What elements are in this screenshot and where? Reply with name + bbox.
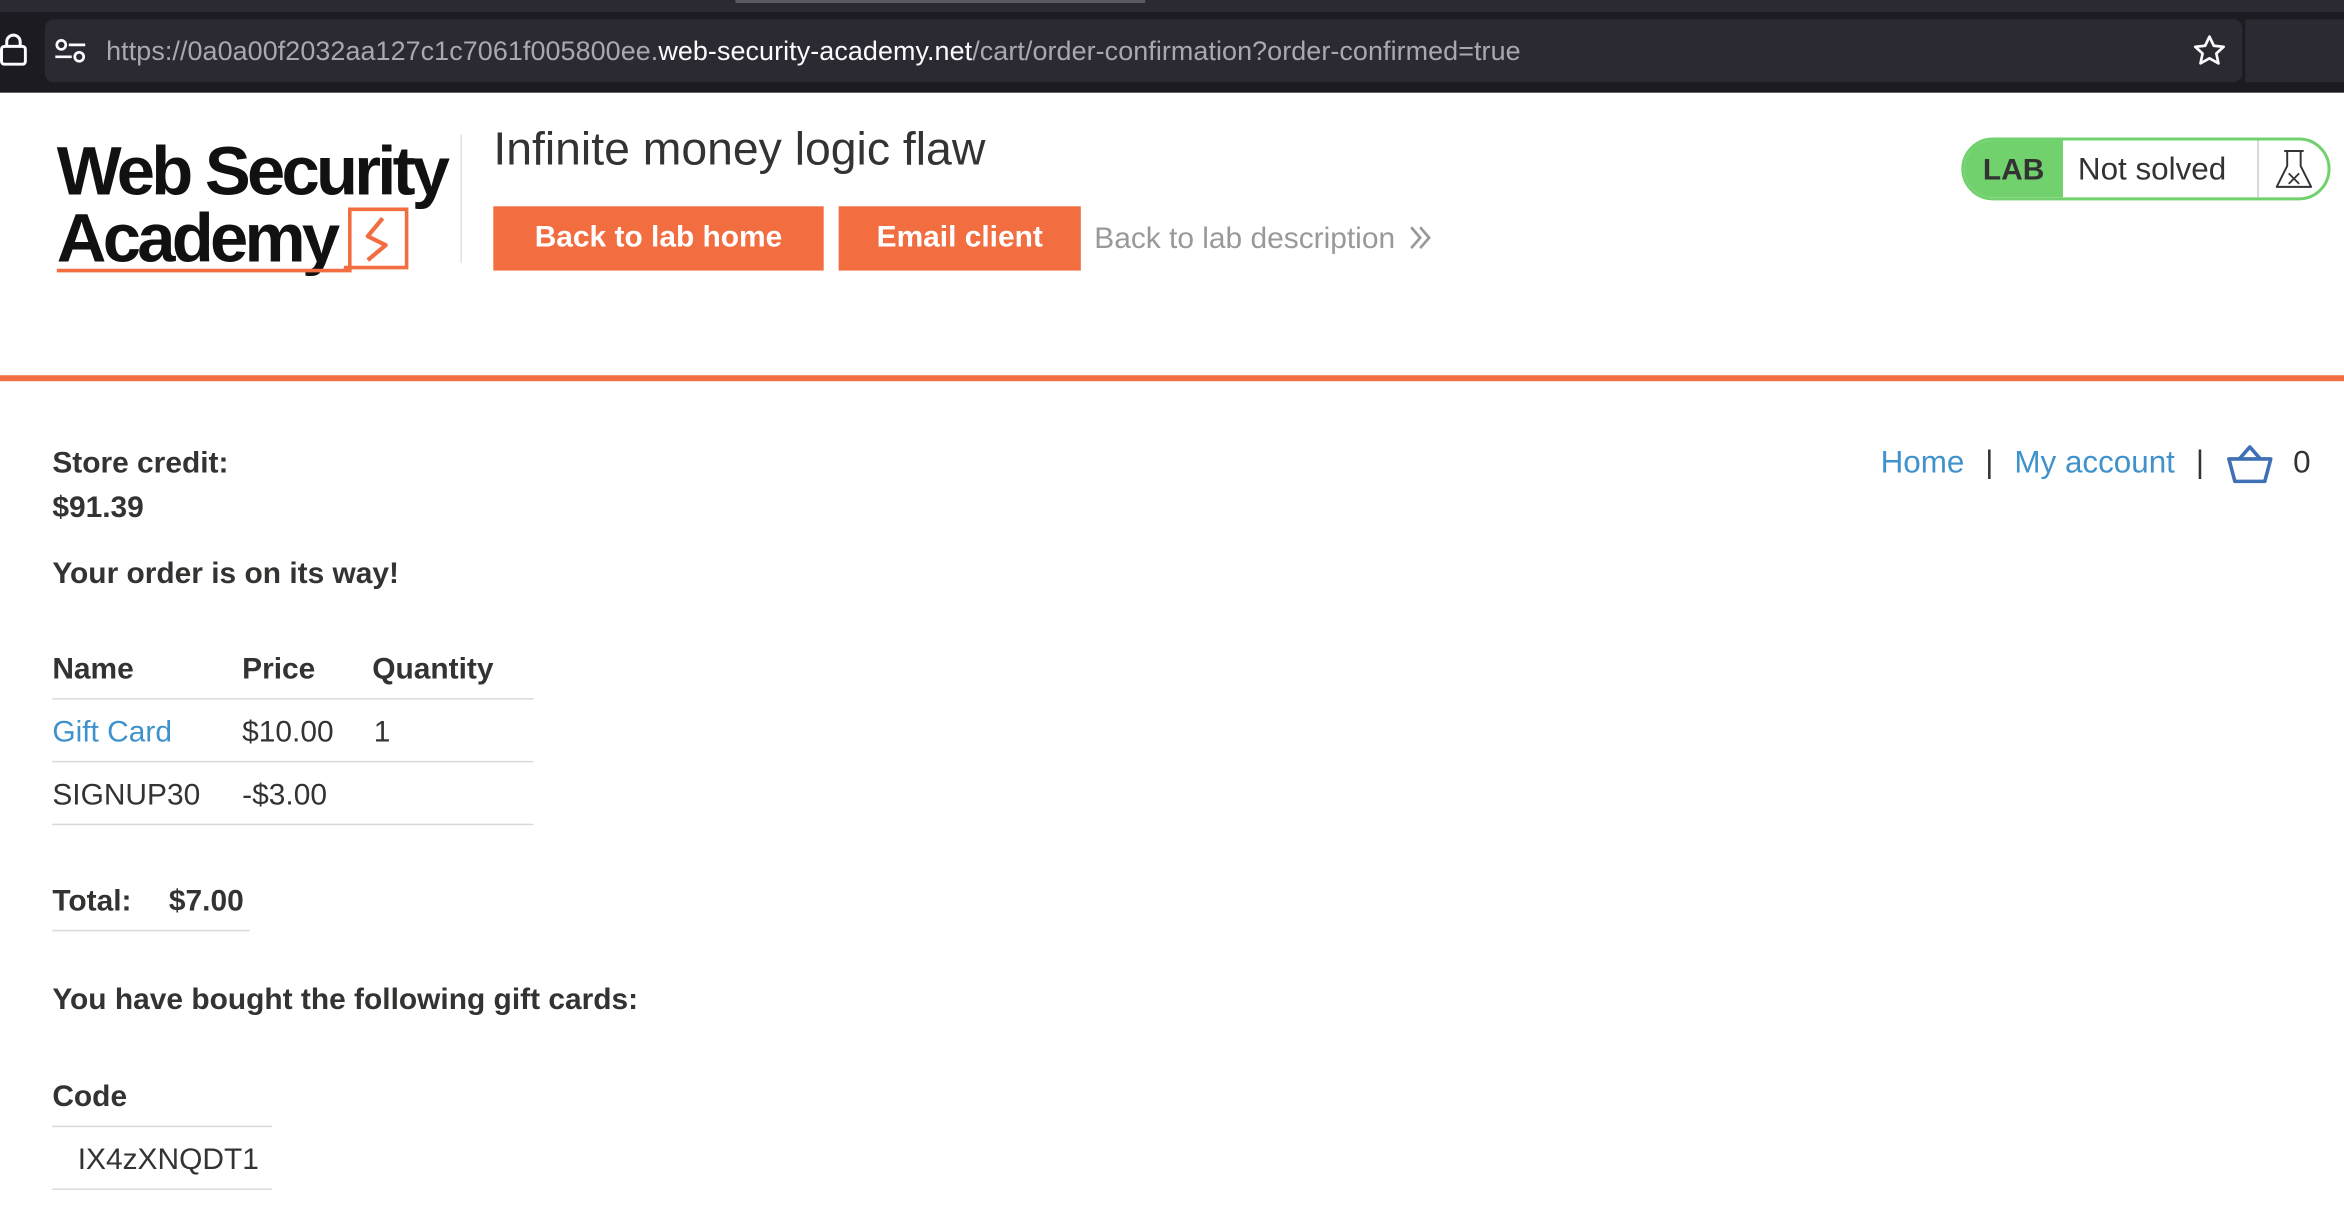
code-column-header: Code (52, 1080, 128, 1114)
total-value: $7.00 (168, 884, 244, 918)
back-to-lab-description-link[interactable]: Back to lab description (1094, 218, 1434, 260)
column-header-name: Name (52, 653, 134, 687)
lock-icon[interactable] (0, 33, 27, 66)
total-label: Total: (52, 884, 132, 918)
cart-basket-icon[interactable] (2226, 444, 2274, 486)
table-divider (52, 823, 534, 826)
back-to-lab-description-label: Back to lab description (1094, 222, 1396, 256)
site-permissions-icon[interactable] (54, 39, 87, 63)
store-credit-value: $91.39 (52, 491, 144, 525)
url-path: /cart/order-confirmation?order-confirmed… (972, 35, 1521, 66)
bookmark-star-icon[interactable] (2192, 33, 2228, 69)
lab-status-badge: LAB Not solved (1961, 137, 2331, 201)
home-link[interactable]: Home (1881, 445, 1965, 479)
lab-status-text: Not solved (2077, 152, 2227, 187)
back-to-lab-home-button[interactable]: Back to lab home (493, 206, 824, 271)
browser-toolbar: https://0a0a00f2032aa127c1c7061f005800ee… (0, 0, 2344, 93)
logo-line1: Web Security (57, 132, 450, 209)
coupon-code: SIGNUP30 (52, 778, 201, 812)
product-price: $10.00 (242, 716, 334, 749)
gift-card-code: IX4zXNQDT1 (77, 1143, 259, 1177)
header-accent-rule (0, 375, 2344, 382)
url-prefix: https://0a0a00f2032aa127c1c7061f005800ee… (106, 35, 659, 66)
table-divider (52, 698, 534, 700)
order-total: Total: $7.00 (52, 882, 243, 921)
column-header-price: Price (242, 653, 316, 687)
table-divider (52, 760, 534, 763)
product-name-link[interactable]: Gift Card (52, 713, 172, 752)
toolbar-extension-area (2245, 19, 2344, 83)
url-text[interactable]: https://0a0a00f2032aa127c1c7061f005800ee… (106, 33, 1521, 69)
flask-icon (2257, 140, 2313, 198)
nav-separator: | (1985, 445, 1994, 480)
logo-line2: Academy (57, 200, 340, 277)
gift-cards-message: You have bought the following gift cards… (52, 983, 639, 1017)
store-credit-label: Store credit: (52, 446, 229, 480)
coupon-discount: -$3.00 (242, 778, 327, 812)
cart-count[interactable]: 0 (2293, 442, 2310, 484)
double-chevron-right-icon (1410, 226, 1432, 250)
order-confirmation-message: Your order is on its way! (52, 557, 399, 591)
store-nav: Home | My account | (1881, 442, 2225, 484)
lab-title: Infinite money logic flaw (493, 122, 986, 175)
tab-strip (0, 0, 2344, 12)
url-domain: web-security-academy.net (658, 35, 973, 66)
header-divider (460, 134, 462, 264)
table-divider (52, 1125, 273, 1128)
email-client-button[interactable]: Email client (838, 206, 1081, 271)
column-header-quantity: Quantity (372, 653, 494, 687)
nav-separator: | (2195, 445, 2205, 480)
web-security-academy-logo[interactable]: Web Security Academy (51, 132, 458, 281)
product-quantity: 1 (373, 716, 391, 749)
lab-badge-label: LAB (1964, 140, 2063, 198)
active-tab-indicator (735, 0, 1146, 3)
my-account-link[interactable]: My account (2014, 445, 2175, 479)
total-divider (52, 929, 250, 932)
table-divider (52, 1188, 273, 1190)
